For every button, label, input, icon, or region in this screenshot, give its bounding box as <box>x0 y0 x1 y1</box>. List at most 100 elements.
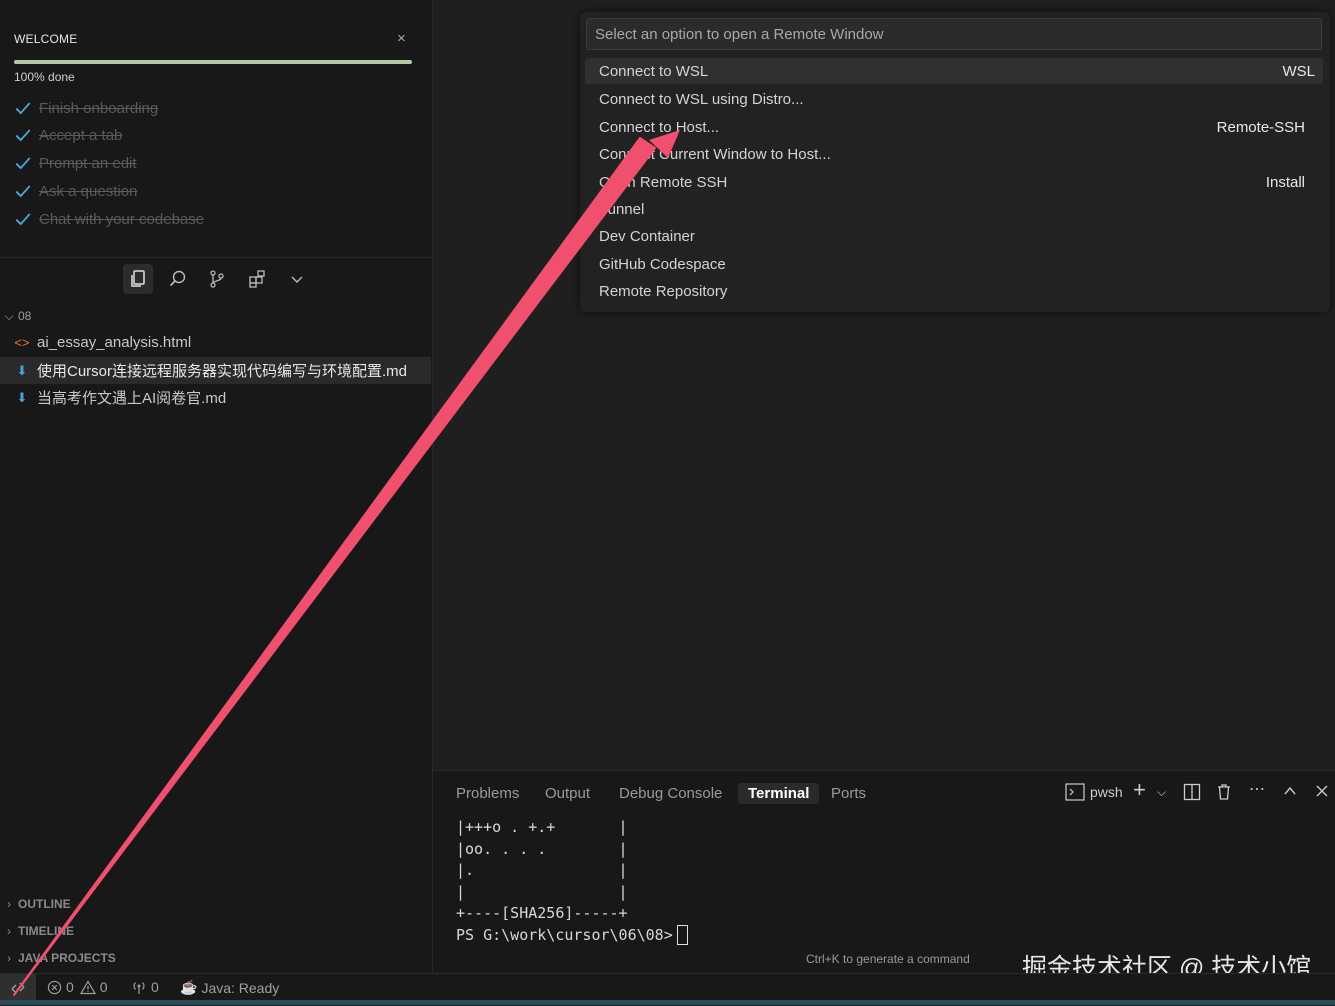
task-item[interactable]: Chat with your codebase <box>14 208 204 230</box>
terminal-prompt: PS G:\work\cursor\06\08> <box>456 925 673 944</box>
warning-icon <box>79 979 96 994</box>
file-name: 当高考作文遇上AI阅卷官.md <box>37 390 227 407</box>
quick-pick-item[interactable]: Connect to Host... Remote-SSH <box>585 114 1323 140</box>
broadcast-icon <box>133 982 145 994</box>
item-label: Remote Repository <box>599 282 728 300</box>
terminal-output[interactable]: |+++o . +.+ | |oo. . . . | |. | | | +----[SH… <box>456 817 688 946</box>
check-icon <box>15 213 31 226</box>
terminal-prompt-line: PS G:\work\cursor\06\08> <box>456 925 688 947</box>
close-panel-icon[interactable] <box>1314 783 1330 804</box>
terminal-shell-selector[interactable]: pwsh <box>1065 783 1123 801</box>
terminal-line: |. | <box>456 861 628 879</box>
markdown-file-icon: ⬇ <box>16 389 28 405</box>
folder-header[interactable]: ⌵ 08 <box>0 306 31 326</box>
item-desc: Install <box>1265 173 1305 191</box>
task-label: Finish onboarding <box>39 99 159 117</box>
chevron-down-icon: ⌵ <box>4 308 14 323</box>
section-label: OUTLINE <box>18 897 71 911</box>
more-icon[interactable]: ⋯ <box>1249 779 1265 799</box>
terminal-line: |+++o . +.+ | <box>456 818 628 836</box>
task-label: Ask a question <box>39 182 138 200</box>
tab-terminal[interactable]: Terminal <box>738 783 820 804</box>
java-status[interactable]: ☕ Java: Ready <box>180 979 279 996</box>
trash-icon[interactable] <box>1216 783 1232 806</box>
quick-pick-item[interactable]: Connect to WSL WSL <box>585 58 1323 84</box>
terminal-icon <box>1065 783 1085 801</box>
chevron-up-icon[interactable] <box>1282 783 1298 804</box>
item-label: Open Remote SSH <box>599 173 728 191</box>
check-icon <box>15 129 31 142</box>
split-terminal-icon[interactable] <box>1183 783 1201 806</box>
section-java-projects[interactable]: › JAVA PROJECTS <box>0 948 116 968</box>
search-icon[interactable] <box>163 264 193 294</box>
file-name: 使用Cursor连接远程服务器实现代码编写与环境配置.md <box>37 363 408 380</box>
file-item[interactable]: <> ai_essay_analysis.html <box>0 329 431 356</box>
task-item[interactable]: Ask a question <box>14 180 137 202</box>
task-item[interactable]: Finish onboarding <box>14 97 158 119</box>
task-label: Chat with your codebase <box>39 210 205 228</box>
remote-icon <box>11 982 25 993</box>
tab-output[interactable]: Output <box>535 783 600 804</box>
terminal-line: | | <box>456 882 628 901</box>
progress-fill <box>14 60 412 64</box>
terminal-cursor <box>676 925 688 945</box>
section-outline[interactable]: › OUTLINE <box>0 894 71 914</box>
quick-pick-item[interactable]: Connect to WSL using Distro... <box>585 86 1323 112</box>
check-icon <box>15 185 31 198</box>
ports-count: 0 <box>151 979 159 995</box>
tab-debug-console[interactable]: Debug Console <box>609 783 732 804</box>
problems-status[interactable]: 0 0 <box>47 979 108 995</box>
item-label: Tunnel <box>599 200 645 218</box>
progress-bar <box>14 60 412 64</box>
html-file-icon: <> <box>14 335 30 350</box>
progress-label: 100% done <box>14 70 75 84</box>
remote-indicator-button[interactable] <box>0 974 36 1001</box>
task-label: Accept a tab <box>39 126 123 144</box>
folder-name: 08 <box>18 309 32 323</box>
terminal-line: |oo. . . . | <box>456 839 628 858</box>
chevron-down-icon[interactable]: ⌵ <box>1157 785 1166 800</box>
tab-ports[interactable]: Ports <box>821 783 876 804</box>
file-item[interactable]: ⬇ 当高考作文遇上AI阅卷官.md <box>0 384 431 411</box>
markdown-file-icon: ⬇ <box>16 362 28 378</box>
terminal-line: +----[SHA256]-----+ <box>456 904 628 922</box>
item-label: Dev Container <box>599 227 695 245</box>
quick-pick-item[interactable]: Connect Current Window to Host... <box>585 141 1323 167</box>
section-timeline[interactable]: › TIMELINE <box>0 921 74 941</box>
welcome-title: WELCOME <box>14 32 78 46</box>
ports-status[interactable]: 0 <box>131 979 159 995</box>
window-bottom-edge <box>0 1000 1335 1005</box>
item-label: Connect Current Window to Host... <box>599 145 831 163</box>
quick-pick-item[interactable]: Dev Container <box>585 223 1323 249</box>
item-label: GitHub Codespace <box>599 255 726 273</box>
task-item[interactable]: Accept a tab <box>14 124 122 146</box>
bottom-panel: Problems Output Debug Console Terminal P… <box>433 770 1335 974</box>
task-label: Prompt an edit <box>39 154 137 172</box>
source-control-icon[interactable] <box>202 264 232 294</box>
item-label: Connect to Host... <box>599 118 720 136</box>
task-item[interactable]: Prompt an edit <box>14 152 137 174</box>
quick-pick-item[interactable]: Open Remote SSH Install <box>585 169 1323 195</box>
chevron-right-icon: › <box>7 951 11 965</box>
add-terminal-icon[interactable]: + <box>1133 777 1146 803</box>
tab-problems[interactable]: Problems <box>446 783 529 804</box>
close-icon[interactable]: × <box>397 30 406 47</box>
chevron-right-icon: › <box>7 924 11 938</box>
file-item[interactable]: ⬇ 使用Cursor连接远程服务器实现代码编写与环境配置.md <box>0 357 431 384</box>
divider <box>0 257 432 258</box>
shell-name: pwsh <box>1090 784 1123 800</box>
sidebar: WELCOME × 100% done Finish onboarding Ac… <box>0 0 433 973</box>
item-desc: WSL <box>1282 62 1315 80</box>
error-count: 0 <box>66 979 74 995</box>
quick-pick-item[interactable]: GitHub Codespace <box>585 251 1323 277</box>
extensions-icon[interactable] <box>242 264 272 294</box>
explorer-icon[interactable] <box>123 264 153 294</box>
java-status-label: Java: Ready <box>201 979 280 996</box>
quick-pick-item[interactable]: Remote Repository <box>585 278 1323 304</box>
quick-pick-item[interactable]: Tunnel <box>585 196 1323 222</box>
check-icon <box>15 102 31 115</box>
chevron-down-icon[interactable] <box>282 264 312 294</box>
item-label: Connect to WSL using Distro... <box>599 90 804 108</box>
quick-pick-input[interactable]: Select an option to open a Remote Window <box>586 18 1322 50</box>
chevron-right-icon: › <box>7 897 11 911</box>
